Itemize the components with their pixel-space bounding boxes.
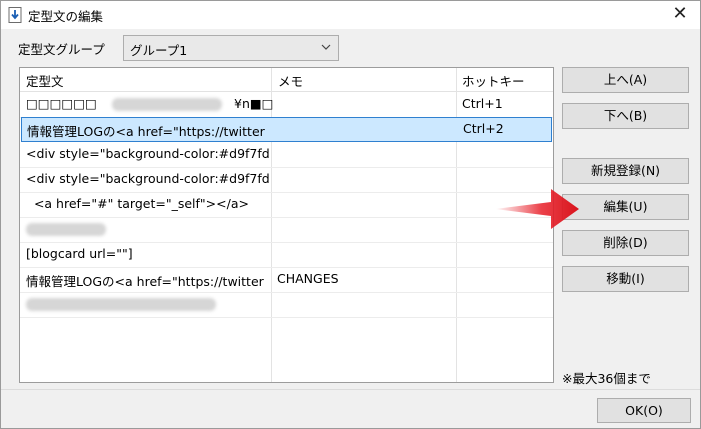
list-header: 定型文 メモ ホットキー xyxy=(20,68,553,92)
new-button[interactable]: 新規登録(N) xyxy=(562,158,689,184)
chevron-down-icon xyxy=(321,44,331,50)
list-row[interactable]: [blogcard url=""] xyxy=(20,242,553,268)
phrase-list[interactable]: 定型文 メモ ホットキー □□□□□□ ¥n■□ Ctrl+1 情報管理LOGの… xyxy=(19,67,554,383)
list-row[interactable]: □□□□□□ ¥n■□ Ctrl+1 xyxy=(20,92,553,118)
list-row[interactable]: 情報管理LOGの<a href="https://twitter CHANGES xyxy=(20,267,553,293)
list-row-selected[interactable]: 情報管理LOGの<a href="https://twitter Ctrl+2 xyxy=(21,117,552,142)
row-hotkey: Ctrl+2 xyxy=(463,121,504,136)
delete-button[interactable]: 削除(D) xyxy=(562,230,689,256)
redacted-text xyxy=(26,223,106,236)
move-down-button[interactable]: 下へ(B) xyxy=(562,103,689,129)
redacted-text xyxy=(26,298,216,311)
row-phrase: 情報管理LOGの<a href="https://twitter xyxy=(27,124,265,139)
redacted-text xyxy=(112,98,222,111)
max-count-note: ※最大36個まで xyxy=(562,371,651,386)
list-row[interactable]: <div style="background-color:#d9f7fd xyxy=(20,167,553,193)
row-phrase: <div style="background-color:#d9f7fd xyxy=(26,146,270,161)
title-bar: 定型文の編集 ✕ xyxy=(1,1,700,29)
group-select-value: グループ1 xyxy=(130,43,188,58)
footer-divider xyxy=(1,389,700,390)
window-title: 定型文の編集 xyxy=(28,9,104,24)
download-arrow-icon xyxy=(8,7,22,23)
dialog-window: 定型文の編集 ✕ 定型文グループ グループ1 定型文 メモ ホットキー □□□□… xyxy=(0,0,701,429)
move-up-button[interactable]: 上へ(A) xyxy=(562,67,689,93)
column-header-phrase[interactable]: 定型文 xyxy=(26,71,64,90)
group-label: 定型文グループ xyxy=(18,42,105,57)
list-row[interactable] xyxy=(20,217,553,243)
list-row[interactable] xyxy=(20,292,553,318)
group-select[interactable]: グループ1 xyxy=(123,35,339,61)
list-row[interactable]: <div style="background-color:#d9f7fd xyxy=(20,142,553,168)
move-group-button[interactable]: 移動(I) xyxy=(562,266,689,292)
row-phrase: <a href="#" target="_self"></a> xyxy=(26,196,249,211)
row-phrase: <div style="background-color:#d9f7fd xyxy=(26,171,270,186)
row-memo: CHANGES xyxy=(277,271,339,286)
ok-button[interactable]: OK(O) xyxy=(597,398,691,423)
row-phrase: 情報管理LOGの<a href="https://twitter xyxy=(26,274,264,289)
row-phrase-tail: ¥n■□ xyxy=(234,96,274,111)
close-icon[interactable]: ✕ xyxy=(660,1,700,29)
row-phrase: [blogcard url=""] xyxy=(26,246,133,261)
column-header-hotkey[interactable]: ホットキー xyxy=(462,71,525,90)
column-header-memo[interactable]: メモ xyxy=(278,71,303,90)
pointer-arrow-icon xyxy=(495,189,579,229)
list-row[interactable]: <a href="#" target="_self"></a> xyxy=(20,192,553,218)
edit-button[interactable]: 編集(U) xyxy=(562,194,689,220)
row-hotkey: Ctrl+1 xyxy=(462,96,503,111)
